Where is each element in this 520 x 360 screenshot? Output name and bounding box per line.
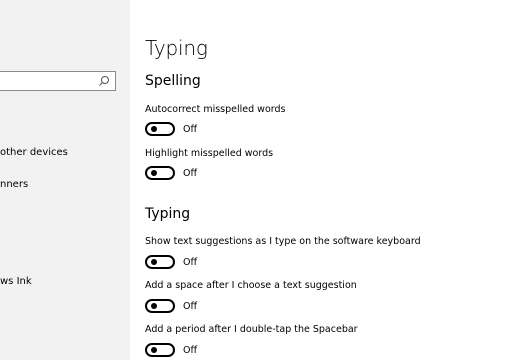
page-title: Typing xyxy=(145,36,208,60)
main-content: Typing Spelling Autocorrect misspelled w… xyxy=(145,0,520,360)
add-space-label: Add a space after I choose a text sugges… xyxy=(145,280,357,291)
section-title-typing: Typing xyxy=(145,206,191,222)
autocorrect-toggle[interactable] xyxy=(145,122,175,136)
sidebar-item-printers-scanners[interactable]: nners xyxy=(0,179,28,190)
toggle-knob xyxy=(151,259,157,265)
highlight-label: Highlight misspelled words xyxy=(145,148,274,159)
autocorrect-state: Off xyxy=(183,123,198,135)
add-period-state: Off xyxy=(183,344,198,356)
sidebar: other devices nners ws Ink xyxy=(0,0,130,360)
search-input[interactable] xyxy=(0,71,116,91)
add-period-row: Off xyxy=(145,342,197,358)
add-period-toggle[interactable] xyxy=(145,343,175,357)
highlight-state: Off xyxy=(183,167,198,179)
highlight-toggle[interactable] xyxy=(145,166,175,180)
toggle-knob xyxy=(151,347,157,353)
search-icon[interactable] xyxy=(98,75,110,87)
add-space-toggle[interactable] xyxy=(145,299,175,313)
sidebar-item-bluetooth-devices[interactable]: other devices xyxy=(0,147,68,158)
toggle-knob xyxy=(151,170,157,176)
add-space-row: Off xyxy=(145,298,197,314)
text-suggestions-state: Off xyxy=(183,256,198,268)
text-suggestions-row: Off xyxy=(145,254,197,270)
highlight-row: Off xyxy=(145,165,197,181)
toggle-knob xyxy=(151,126,157,132)
add-period-label: Add a period after I double-tap the Spac… xyxy=(145,324,358,335)
add-space-state: Off xyxy=(183,300,198,312)
toggle-knob xyxy=(151,303,157,309)
autocorrect-row: Off xyxy=(145,121,197,137)
text-suggestions-label: Show text suggestions as I type on the s… xyxy=(145,236,421,247)
text-suggestions-toggle[interactable] xyxy=(145,255,175,269)
autocorrect-label: Autocorrect misspelled words xyxy=(145,104,286,115)
settings-window: other devices nners ws Ink Typing Spelli… xyxy=(0,0,520,360)
section-title-spelling: Spelling xyxy=(145,73,201,89)
sidebar-item-windows-ink[interactable]: ws Ink xyxy=(0,276,32,287)
